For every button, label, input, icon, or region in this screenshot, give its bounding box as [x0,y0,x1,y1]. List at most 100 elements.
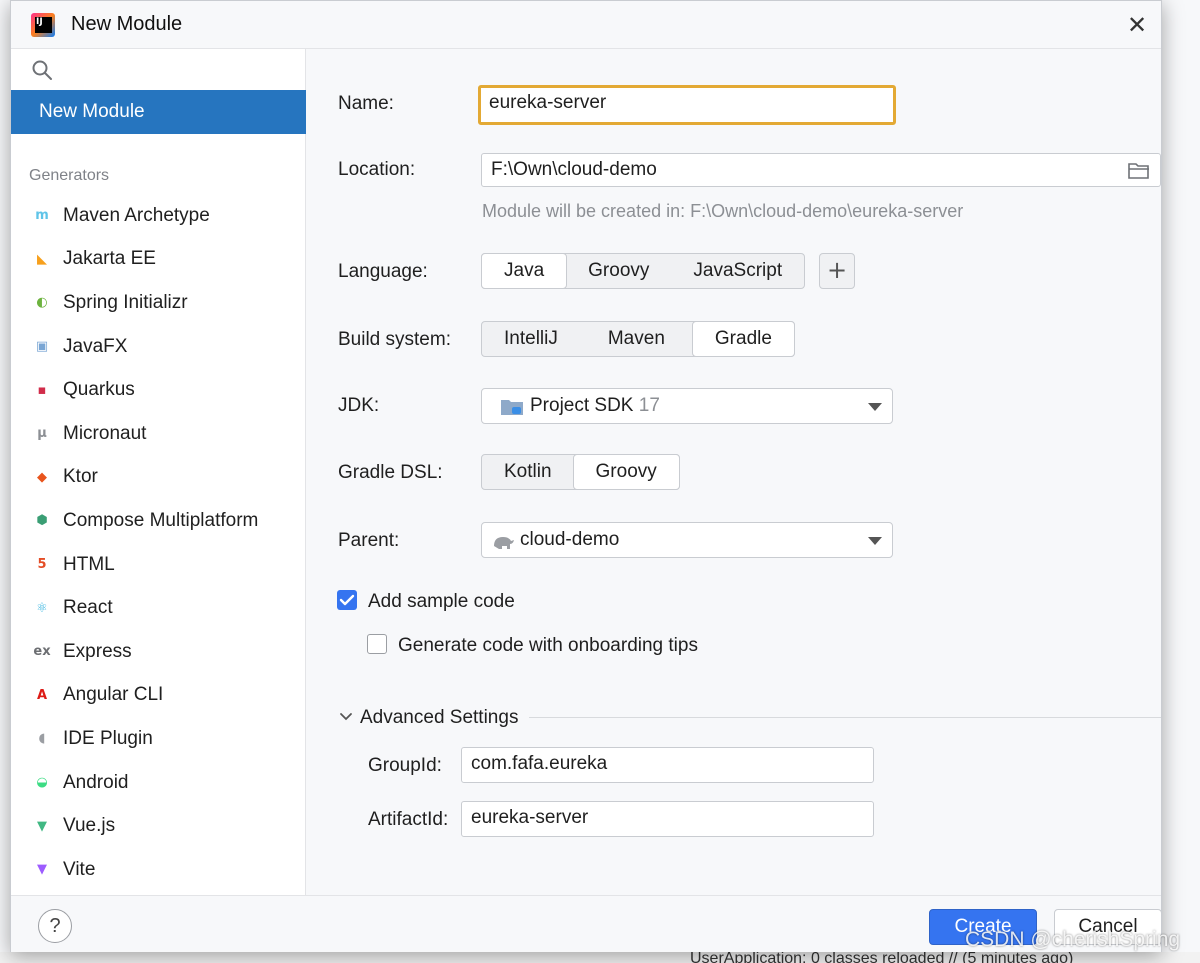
build-option-intellij[interactable]: IntelliJ [482,322,580,356]
jdk-dropdown[interactable]: Project SDK 17 [481,388,893,424]
jdk-value: Project SDK [530,395,634,416]
dsl-option-groovy[interactable]: Groovy [572,454,680,490]
jakarta-icon: ◣ [37,251,47,267]
search-icon[interactable] [31,59,53,81]
sidebar-item-label: Android [63,771,129,793]
csdn-watermark: CSDN @cherishSpring [965,928,1181,951]
compose-icon: ⬢ [36,513,48,529]
sidebar-item-label: Spring Initializr [63,291,188,313]
artifactid-label: ArtifactId: [368,809,449,830]
gradle-dsl-label: Gradle DSL: [338,462,443,483]
language-selector: Java Groovy JavaScript [481,253,806,289]
jdk-label: JDK: [338,395,380,416]
sidebar-item-label: HTML [63,553,115,575]
help-button[interactable]: ? [38,909,72,943]
advanced-settings-divider [529,717,1161,718]
advanced-settings-toggle[interactable]: Advanced Settings [360,707,518,729]
name-input[interactable]: eureka-server [478,85,896,125]
sidebar-item-express[interactable]: ex Express [11,630,306,674]
add-sample-code-label[interactable]: Add sample code [368,591,515,613]
sidebar-item-label: Compose Multiplatform [63,509,259,531]
language-option-javascript[interactable]: JavaScript [671,254,804,288]
sidebar-item-react[interactable]: ⚛ React [11,586,306,630]
express-icon: ex [33,644,51,660]
name-label: Name: [338,93,394,114]
location-hint: Module will be created in: F:\Own\cloud-… [482,201,964,221]
sidebar-item-spring-initializr[interactable]: ◐ Spring Initializr [11,281,306,325]
onboarding-tips-checkbox[interactable] [367,634,387,654]
add-language-button[interactable]: + [819,253,855,289]
react-icon: ⚛ [36,600,48,616]
gradle-elephant-icon [494,537,514,549]
sidebar-item-micronaut[interactable]: μ Micronaut [11,412,306,456]
sidebar-item-label: Micronaut [63,422,147,444]
language-option-groovy[interactable]: Groovy [566,254,671,288]
sidebar-item-label: IDE Plugin [63,727,153,749]
generators-sidebar: New Module Generators m Maven Archetype ◣ J… [11,49,306,895]
html-icon: 5 [37,557,47,573]
sidebar-item-compose-multiplatform[interactable]: ⬢ Compose Multiplatform [11,499,306,543]
sidebar-item-label: Vue.js [63,815,116,837]
sidebar-item-html[interactable]: 5 HTML [11,543,306,587]
chevron-down-icon[interactable] [338,709,354,725]
sidebar-item-vite[interactable]: ▼ Vite [11,848,306,892]
sidebar-item-label: Express [63,640,132,662]
sidebar-item-ide-plugin[interactable]: ◖ IDE Plugin [11,717,306,761]
chevron-down-icon [868,403,882,411]
close-button[interactable]: ✕ [1113,1,1161,49]
sidebar-item-label: Vite [63,858,96,880]
groupid-label: GroupId: [368,755,442,776]
language-label: Language: [338,261,428,282]
sidebar-item-angular-cli[interactable]: A Angular CLI [11,674,306,718]
vue-icon: ▼ [37,818,47,834]
android-icon: ◒ [36,775,48,791]
parent-value: cloud-demo [520,529,620,550]
sidebar-item-label: Maven Archetype [63,204,210,226]
sidebar-item-label: React [63,597,113,619]
sidebar-item-android[interactable]: ◒ Android [11,761,306,805]
spring-icon: ◐ [36,295,48,311]
groupid-input[interactable]: com.fafa.eureka [461,747,874,783]
plugin-icon: ◖ [38,731,46,747]
background-ide-right [1162,0,1200,963]
jdk-version: 17 [638,395,660,416]
sidebar-item-label: JavaFX [63,335,128,357]
sidebar-item-javafx[interactable]: ▣ JavaFX [11,325,306,369]
parent-label: Parent: [338,530,400,551]
sidebar-item-ktor[interactable]: ◆ Ktor [11,456,306,500]
dsl-option-kotlin[interactable]: Kotlin [482,455,574,489]
vite-icon: ▼ [37,862,47,878]
window-title: New Module [71,13,183,35]
quarkus-icon: ▪ [37,382,47,398]
location-value: F:\Own\cloud-demo [491,159,657,180]
sidebar-item-label: Angular CLI [63,684,164,706]
chevron-down-icon [868,537,882,545]
parent-dropdown[interactable]: cloud-demo [481,522,893,558]
language-option-java[interactable]: Java [481,253,568,289]
dialog-titlebar: New Module ✕ [11,1,1161,49]
location-input[interactable]: F:\Own\cloud-demo [481,153,1161,187]
maven-icon: m [35,208,49,224]
add-sample-code-checkbox[interactable] [337,590,357,610]
new-module-dialog: New Module ✕ New Module Generators m Mave… [10,0,1162,952]
generators-section-label: Generators [29,167,110,184]
sidebar-item-quarkus[interactable]: ▪ Quarkus [11,368,306,412]
generators-list: m Maven Archetype ◣ Jakarta EE ◐ Spring Initi… [11,194,306,892]
build-option-gradle[interactable]: Gradle [691,321,795,357]
sidebar-item-label: Quarkus [63,379,135,401]
javafx-icon: ▣ [35,339,49,355]
sidebar-item-vue-js[interactable]: ▼ Vue.js [11,804,306,848]
checkmark-icon [339,594,355,606]
sidebar-item-new-module[interactable]: New Module [11,90,306,134]
onboarding-tips-label[interactable]: Generate code with onboarding tips [398,635,698,657]
sidebar-item-maven-archetype[interactable]: m Maven Archetype [11,194,306,238]
artifactid-input[interactable]: eureka-server [461,801,874,837]
build-system-selector: IntelliJ Maven Gradle [481,321,795,357]
ktor-icon: ◆ [37,469,47,485]
sidebar-item-jakarta-ee[interactable]: ◣ Jakarta EE [11,238,306,282]
build-option-maven[interactable]: Maven [580,322,693,356]
micronaut-icon: μ [37,426,47,442]
location-label: Location: [338,159,416,180]
sidebar-item-label: Jakarta EE [63,248,156,270]
folder-browse-icon[interactable] [1128,161,1150,179]
